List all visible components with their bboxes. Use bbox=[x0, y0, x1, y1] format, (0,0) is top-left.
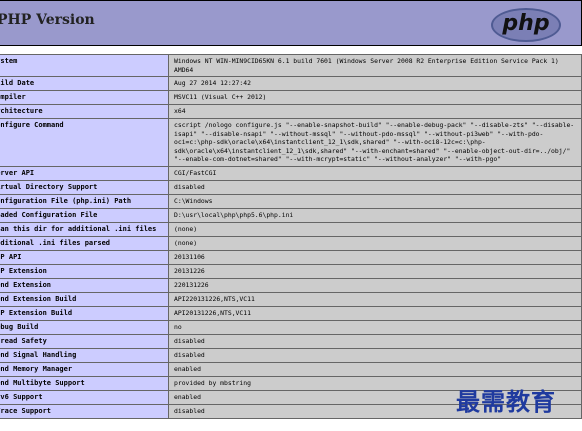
table-row: Zend Signal Handling disabled bbox=[0, 347, 582, 363]
table-row: Build DateAug 27 2014 12:27:42 bbox=[0, 76, 582, 91]
row-value: x64 bbox=[168, 104, 582, 119]
watermark-logo: 最需教育 bbox=[456, 387, 556, 416]
page-title: PHP Version bbox=[0, 12, 95, 28]
row-key: Configure Command bbox=[0, 118, 169, 167]
table-row: Thread Safetydisabled bbox=[0, 333, 582, 349]
table-row: Loaded Configuration File D:\usr\local\ph… bbox=[0, 207, 582, 223]
row-value: (none) bbox=[168, 221, 582, 237]
php-version-header: PHP Version php bbox=[0, 0, 582, 46]
row-key: Zend Signal Handling bbox=[0, 347, 169, 363]
row-key: Architecture bbox=[0, 104, 169, 119]
row-key: PHP API bbox=[0, 249, 169, 265]
table-row: Virtual Directory Support disabled bbox=[0, 179, 582, 195]
row-value: 220131226 bbox=[168, 277, 582, 293]
row-value: cscript /nologo configure.js "--enable-s… bbox=[168, 118, 582, 167]
row-key: Compiler bbox=[0, 90, 169, 105]
row-key: Thread Safety bbox=[0, 333, 169, 349]
row-key: Server API bbox=[0, 165, 169, 181]
row-key: Zend Extension bbox=[0, 277, 169, 293]
row-value: enabled bbox=[168, 361, 582, 377]
row-value: (none) bbox=[168, 235, 582, 251]
table-row: Additional .ini files parsed (none) bbox=[0, 235, 582, 251]
table-row: Server APICGI/FastCGI bbox=[0, 165, 582, 181]
row-value: CGI/FastCGI bbox=[168, 165, 582, 181]
table-row: Architecturex64 bbox=[0, 104, 582, 119]
row-value: API20131226,NTS,VC11 bbox=[168, 305, 582, 321]
row-key: Debug Build bbox=[0, 319, 169, 335]
row-value: no bbox=[168, 319, 582, 335]
row-key: Virtual Directory Support bbox=[0, 179, 169, 195]
row-key: Scan this dir for additional .ini files bbox=[0, 221, 169, 237]
row-value: Windows NT WIN-MIN9CID65KN 6.1 build 760… bbox=[168, 54, 582, 77]
table-row: Zend Memory Manager enabled bbox=[0, 361, 582, 377]
row-value: MSVC11 (Visual C++ 2012) bbox=[168, 90, 582, 105]
row-key: Zend Multibyte Support bbox=[0, 375, 169, 391]
row-value: disabled bbox=[168, 333, 582, 349]
table-row: PHP Extension20131226 bbox=[0, 263, 582, 279]
row-key: Build Date bbox=[0, 76, 169, 91]
php-logo[interactable]: php bbox=[491, 8, 561, 42]
table-row: Scan this dir for additional .ini files(… bbox=[0, 221, 582, 237]
row-value: API220131226,NTS,VC11 bbox=[168, 291, 582, 307]
table-row: Configuration File (php.ini) Path C:\Wind… bbox=[0, 193, 582, 209]
row-value: D:\usr\local\php\php5.6\php.ini bbox=[168, 207, 582, 223]
row-value: disabled bbox=[168, 347, 582, 363]
row-key: Zend Memory Manager bbox=[0, 361, 169, 377]
table-row: Debug Buildno bbox=[0, 319, 582, 335]
row-key: Zend Extension Build bbox=[0, 291, 169, 307]
row-key: IPv6 Support bbox=[0, 389, 169, 405]
php-info-table: SystemWindows NT WIN-MIN9CID65KN 6.1 bui… bbox=[0, 54, 582, 419]
row-key: DTrace Support bbox=[0, 403, 169, 419]
table-row: Zend Extension Build API220131226,NTS,VC1… bbox=[0, 291, 582, 307]
row-key: Configuration File (php.ini) Path bbox=[0, 193, 169, 209]
row-value: C:\Windows bbox=[168, 193, 582, 209]
table-row: PHP Extension Build API20131226,NTS,VC11 bbox=[0, 305, 582, 321]
row-key: Loaded Configuration File bbox=[0, 207, 169, 223]
row-key: System bbox=[0, 54, 169, 77]
row-value: disabled bbox=[168, 179, 582, 195]
row-key: Additional .ini files parsed bbox=[0, 235, 169, 251]
row-value: 20131226 bbox=[168, 263, 582, 279]
table-row: Zend Extension220131226 bbox=[0, 277, 582, 293]
table-row: SystemWindows NT WIN-MIN9CID65KN 6.1 bui… bbox=[0, 54, 582, 77]
row-key: PHP Extension Build bbox=[0, 305, 169, 321]
row-value: Aug 27 2014 12:27:42 bbox=[168, 76, 582, 91]
row-value: 20131106 bbox=[168, 249, 582, 265]
table-row: CompilerMSVC11 (Visual C++ 2012) bbox=[0, 90, 582, 105]
table-row: PHP API20131106 bbox=[0, 249, 582, 265]
row-key: PHP Extension bbox=[0, 263, 169, 279]
table-row: Configure Commandcscript /nologo configu… bbox=[0, 118, 582, 167]
